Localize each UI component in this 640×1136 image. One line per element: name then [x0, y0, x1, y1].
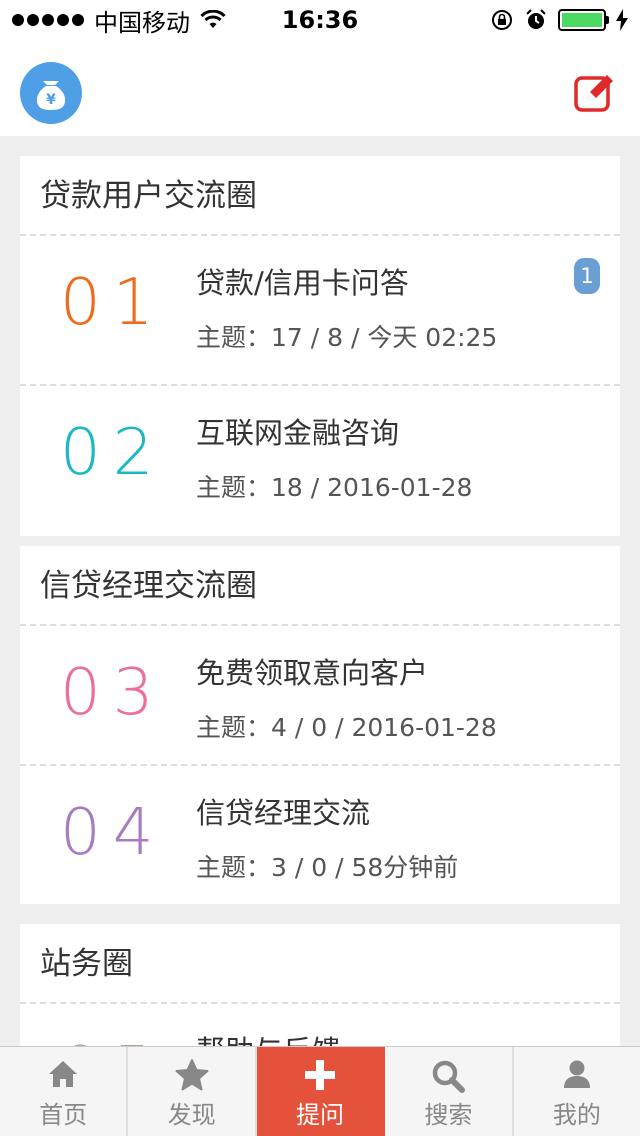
tab-label: 提问: [296, 1101, 345, 1129]
row-meta: 主题：18 / 2016-01-28: [196, 473, 473, 502]
money-bag-icon[interactable]: ¥: [20, 62, 82, 124]
section-title: 信贷经理交流圈: [20, 546, 620, 626]
carrier-name: 中国移动: [94, 8, 190, 37]
row-title: 贷款/信用卡问答: [196, 266, 409, 300]
alarm-icon: [526, 9, 546, 29]
row-number: 04: [60, 796, 166, 870]
rotation-lock-icon: [492, 10, 512, 30]
row-number: 01: [60, 266, 166, 340]
list-item[interactable]: 01 贷款/信用卡问答 主题：17 / 8 / 今天 02:25 1: [20, 236, 620, 386]
row-meta: 主题：17 / 8 / 今天 02:25: [196, 323, 498, 352]
tab-ask[interactable]: 提问: [256, 1047, 386, 1136]
row-title: 帮助与反馈: [196, 1028, 341, 1046]
tab-label: 我的: [552, 1101, 601, 1129]
row-meta: 主题：3 / 0 / 58分钟前: [196, 853, 459, 882]
row-meta: 主题：4 / 0 / 2016-01-28: [196, 713, 497, 742]
section-card: 信贷经理交流圈 03 免费领取意向客户 主题：4 / 0 / 2016-01-2…: [20, 546, 620, 904]
tab-label: 搜索: [424, 1101, 473, 1129]
list-item[interactable]: 02 互联网金融咨询 主题：18 / 2016-01-28: [20, 386, 620, 536]
row-title: 免费领取意向客户: [196, 656, 429, 690]
list-item[interactable]: 04 信贷经理交流 主题：3 / 0 / 58分钟前: [20, 766, 620, 904]
tab-discover[interactable]: 发现: [128, 1047, 257, 1136]
tab-label: 首页: [39, 1101, 88, 1129]
wifi-icon: [200, 10, 226, 28]
search-icon: [433, 1060, 466, 1093]
home-icon: [49, 1061, 78, 1087]
tab-label: 发现: [167, 1101, 216, 1129]
row-number: 03: [60, 656, 166, 730]
row-number: 02: [60, 416, 166, 490]
svg-text:¥: ¥: [46, 92, 56, 108]
section-card: 站务圈 05 帮助与反馈: [20, 924, 620, 1046]
list-item[interactable]: 03 免费领取意向客户 主题：4 / 0 / 2016-01-28: [20, 626, 620, 766]
battery-icon: [558, 9, 609, 31]
star-icon: [175, 1059, 209, 1091]
row-number: 05: [60, 1026, 170, 1046]
section-title: 贷款用户交流圈: [20, 156, 620, 236]
unread-badge: 1: [574, 258, 600, 294]
tab-search[interactable]: 搜索: [385, 1047, 514, 1136]
plus-icon: [305, 1060, 336, 1090]
charging-icon: [616, 9, 628, 31]
section-card: 贷款用户交流圈 01 贷款/信用卡问答 主题：17 / 8 / 今天 02:25…: [20, 156, 620, 536]
tab-home[interactable]: 首页: [0, 1047, 129, 1136]
signal-strength-icon: [12, 14, 84, 26]
edit-icon[interactable]: [574, 72, 616, 114]
section-title: 站务圈: [20, 924, 620, 1004]
status-bar: 中国移动 16:36: [0, 0, 640, 40]
row-title: 信贷经理交流: [196, 796, 371, 830]
app-header: ¥: [0, 40, 640, 136]
circle-list: 贷款用户交流圈 01 贷款/信用卡问答 主题：17 / 8 / 今天 02:25…: [0, 136, 640, 1046]
tab-profile[interactable]: 我的: [514, 1047, 640, 1136]
user-icon: [563, 1060, 590, 1088]
list-item[interactable]: 05 帮助与反馈: [20, 1004, 620, 1046]
row-title: 互联网金融咨询: [196, 416, 400, 450]
tab-bar: 首页 发现 提问 搜索 我的: [0, 1046, 640, 1136]
